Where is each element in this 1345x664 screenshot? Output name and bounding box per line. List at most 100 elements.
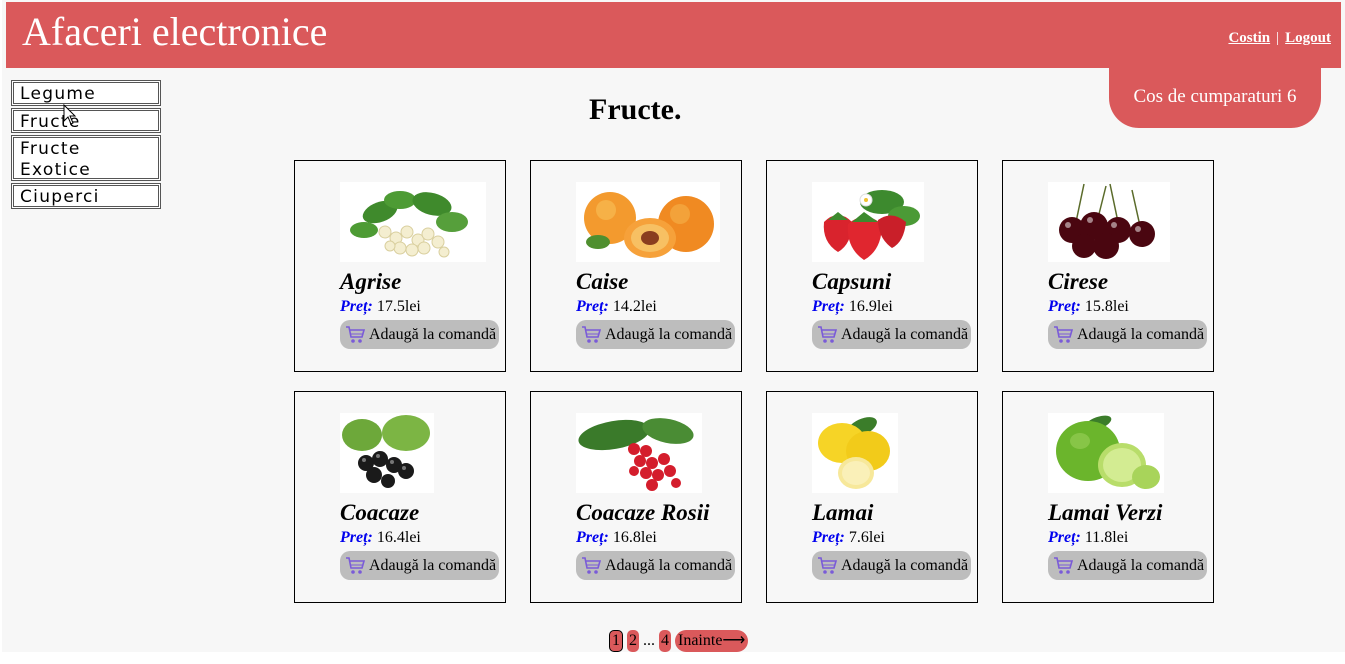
product-card: Lamai Verzi Preț: 11.8lei Adaugă la coma… <box>1002 391 1214 603</box>
add-to-order-label: Adaugă la comandă <box>369 557 497 574</box>
price-value: 16.8 <box>612 529 641 546</box>
product-name[interactable]: Lamai Verzi <box>1048 499 1162 527</box>
price-currency: lei <box>1112 298 1129 315</box>
product-card: Capsuni Preț: 16.9lei Adaugă la comandă <box>766 160 978 372</box>
price-currency: lei <box>868 529 885 546</box>
shopping-cart-button[interactable]: Cos de cumparaturi 6 <box>1109 68 1321 128</box>
price-currency: lei <box>640 298 657 315</box>
price-label: Preț: <box>1048 529 1081 546</box>
product-card: Caise Preț: 14.2lei Adaugă la comandă <box>530 160 742 372</box>
price-currency: lei <box>404 529 421 546</box>
product-card: Cirese Preț: 15.8lei Adaugă la comandă <box>1002 160 1214 372</box>
lemon-image[interactable] <box>812 413 898 493</box>
shopping-cart-icon <box>1054 557 1074 574</box>
product-price: Preț: 7.6lei <box>812 529 885 547</box>
redcurrant-image[interactable] <box>576 413 702 493</box>
page-link-1[interactable]: 1 <box>609 630 623 652</box>
shopping-cart-icon <box>818 557 838 574</box>
add-to-order-label: Adaugă la comandă <box>1077 557 1205 574</box>
product-name[interactable]: Agrise <box>340 268 401 296</box>
shopping-cart-icon <box>582 557 602 574</box>
price-value: 15.8 <box>1084 298 1113 315</box>
user-profile-link[interactable]: Costin <box>1228 30 1270 46</box>
add-to-order-label: Adaugă la comandă <box>841 326 969 343</box>
price-value: 7.6 <box>848 529 869 546</box>
logout-link[interactable]: Logout <box>1285 30 1331 46</box>
pagination-ellipsis: ... <box>643 632 655 649</box>
sidebar-item-legume[interactable]: Legume <box>11 80 161 106</box>
cherry-image[interactable] <box>1048 182 1170 262</box>
price-label: Preț: <box>576 298 609 315</box>
product-price: Preț: 16.4lei <box>340 529 421 547</box>
price-value: 11.8 <box>1084 529 1113 546</box>
page-link-4[interactable]: 4 <box>659 630 671 652</box>
shopping-cart-icon <box>346 326 366 343</box>
window-edge <box>0 0 2 664</box>
product-price: Preț: 16.8lei <box>576 529 657 547</box>
strawberry-image[interactable] <box>812 182 924 262</box>
product-name[interactable]: Caise <box>576 268 628 296</box>
product-name[interactable]: Coacaze <box>340 499 419 527</box>
sidebar-item-ciuperci[interactable]: Ciuperci <box>11 183 161 209</box>
add-to-order-button[interactable]: Adaugă la comandă <box>576 320 735 349</box>
product-price: Preț: 11.8lei <box>1048 529 1128 547</box>
site-title: Afaceri electronice <box>22 9 328 54</box>
add-to-order-button[interactable]: Adaugă la comandă <box>340 551 499 580</box>
pagination: 1 2 ... 4 Inainte⟶ <box>609 630 749 652</box>
price-currency: lei <box>1112 529 1129 546</box>
shopping-cart-icon <box>346 557 366 574</box>
price-label: Preț: <box>340 298 373 315</box>
price-label: Preț: <box>812 298 845 315</box>
price-label: Preț: <box>340 529 373 546</box>
product-price: Preț: 17.5lei <box>340 298 421 316</box>
product-card: Agrise Preț: 17.5lei Adaugă la comandă <box>294 160 506 372</box>
product-name[interactable]: Capsuni <box>812 268 891 296</box>
next-page-button[interactable]: Inainte⟶ <box>675 630 749 652</box>
product-price: Preț: 14.2lei <box>576 298 657 316</box>
blackcurrant-image[interactable] <box>340 413 434 493</box>
site-header: Afaceri electronice Costin | Logout <box>6 2 1341 68</box>
price-label: Preț: <box>1048 298 1081 315</box>
price-value: 16.9 <box>848 298 877 315</box>
page-link-2[interactable]: 2 <box>627 630 639 652</box>
mouse-cursor-icon <box>63 104 77 125</box>
product-card: Lamai Preț: 7.6lei Adaugă la comandă <box>766 391 978 603</box>
add-to-order-button[interactable]: Adaugă la comandă <box>812 551 971 580</box>
sidebar-item-fructe-exotice[interactable]: Fructe Exotice <box>11 135 161 181</box>
product-card: Coacaze Preț: 16.4lei Adaugă la comandă <box>294 391 506 603</box>
product-price: Preț: 16.9lei <box>812 298 893 316</box>
add-to-order-button[interactable]: Adaugă la comandă <box>576 551 735 580</box>
add-to-order-button[interactable]: Adaugă la comandă <box>1048 551 1207 580</box>
add-to-order-button[interactable]: Adaugă la comandă <box>1048 320 1207 349</box>
add-to-order-label: Adaugă la comandă <box>841 557 969 574</box>
price-value: 17.5 <box>376 298 405 315</box>
user-links-separator: | <box>1276 30 1280 46</box>
price-currency: lei <box>876 298 893 315</box>
add-to-order-button[interactable]: Adaugă la comandă <box>340 320 499 349</box>
lime-image[interactable] <box>1048 413 1164 493</box>
product-card: Coacaze Rosii Preț: 16.8lei Adaugă la co… <box>530 391 742 603</box>
sidebar-item-fructe[interactable]: Fructe <box>11 108 161 133</box>
window-bottom-edge <box>0 652 1345 664</box>
price-label: Preț: <box>812 529 845 546</box>
add-to-order-label: Adaugă la comandă <box>605 326 733 343</box>
page-title: Fructe. <box>589 93 682 126</box>
price-label: Preț: <box>576 529 609 546</box>
shopping-cart-icon <box>818 326 838 343</box>
add-to-order-button[interactable]: Adaugă la comandă <box>812 320 971 349</box>
price-currency: lei <box>404 298 421 315</box>
user-links: Costin | Logout <box>1228 30 1331 47</box>
product-name[interactable]: Lamai <box>812 499 873 527</box>
product-name[interactable]: Coacaze Rosii <box>576 499 710 527</box>
add-to-order-label: Adaugă la comandă <box>369 326 497 343</box>
price-value: 16.4 <box>376 529 405 546</box>
apricot-image[interactable] <box>576 182 720 262</box>
add-to-order-label: Adaugă la comandă <box>605 557 733 574</box>
category-sidebar: Legume Fructe Fructe Exotice Ciuperci <box>11 80 161 211</box>
price-currency: lei <box>640 529 657 546</box>
price-value: 14.2 <box>612 298 641 315</box>
shopping-cart-icon <box>582 326 602 343</box>
product-name[interactable]: Cirese <box>1048 268 1108 296</box>
add-to-order-label: Adaugă la comandă <box>1077 326 1205 343</box>
white-currant-image[interactable] <box>340 182 486 262</box>
